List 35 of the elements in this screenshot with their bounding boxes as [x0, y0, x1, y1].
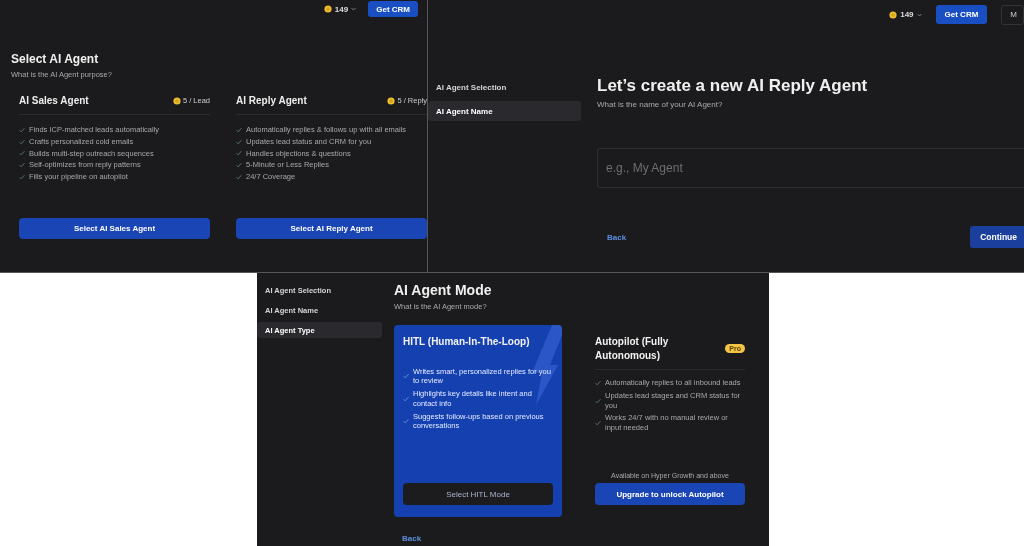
- select-agent-button[interactable]: Select AI Sales Agent: [19, 217, 210, 239]
- check-icon: [595, 397, 601, 404]
- credits-count[interactable]: 149: [323, 4, 357, 14]
- coin-icon: [172, 96, 181, 105]
- mode-button[interactable]: Upgrade to unlock Autopilot: [595, 483, 745, 505]
- back-link[interactable]: Back: [402, 534, 422, 543]
- back-link[interactable]: Back: [607, 232, 627, 242]
- get-crm-button[interactable]: Get CRM: [368, 1, 418, 17]
- step-item[interactable]: AI Agent Name: [428, 101, 581, 121]
- agent-name-field[interactable]: e.g., My Agent: [597, 148, 1024, 188]
- chevron-down-icon: [916, 12, 922, 17]
- step-item[interactable]: AI Agent Selection: [428, 77, 581, 97]
- check-icon: [595, 420, 601, 426]
- select-agent-button[interactable]: Select AI Reply Agent: [236, 217, 427, 239]
- check-icon: [403, 418, 409, 425]
- page-title: AI Agent Mode: [394, 282, 493, 298]
- continue-button[interactable]: Continue: [970, 226, 1024, 248]
- page-title: Let’s create a new AI Reply Agent: [597, 76, 869, 96]
- coin-icon: [387, 96, 396, 105]
- agent-name: AI Reply Agent: [236, 95, 307, 106]
- mode-name: Autopilot (Fully Autonomous): [595, 335, 670, 362]
- chevron-down-icon: [351, 7, 357, 11]
- get-crm-button[interactable]: Get CRM: [935, 5, 988, 24]
- mode-name: HITL (Human-In-The-Loop): [403, 335, 530, 349]
- mode-button[interactable]: Select HITL Mode: [403, 483, 553, 505]
- check-icon: [595, 379, 601, 386]
- credits-count[interactable]: 149: [889, 10, 922, 19]
- agent-name: AI Sales Agent: [19, 95, 89, 106]
- menu-button[interactable]: M: [1001, 4, 1024, 25]
- coin-icon: [323, 5, 332, 13]
- check-icon: [403, 373, 409, 380]
- check-icon: [403, 395, 409, 402]
- coin-icon: [889, 10, 898, 19]
- page-title: Select AI Agent: [11, 52, 100, 66]
- page-subtitle: What is the name of your AI Agent?: [597, 100, 724, 109]
